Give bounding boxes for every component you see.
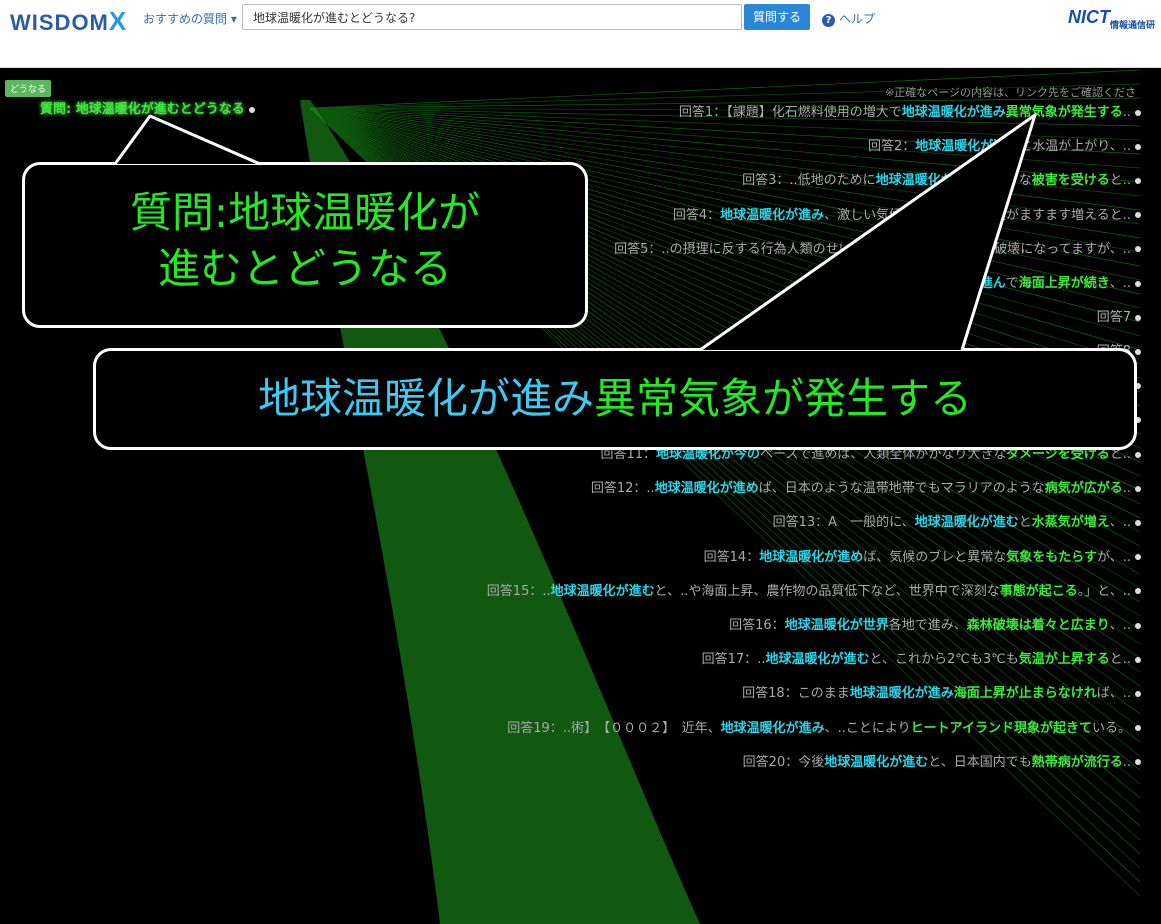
callout-pointer [113,114,261,166]
callout-pointer [699,113,1037,352]
callout-pointers [113,113,1037,352]
